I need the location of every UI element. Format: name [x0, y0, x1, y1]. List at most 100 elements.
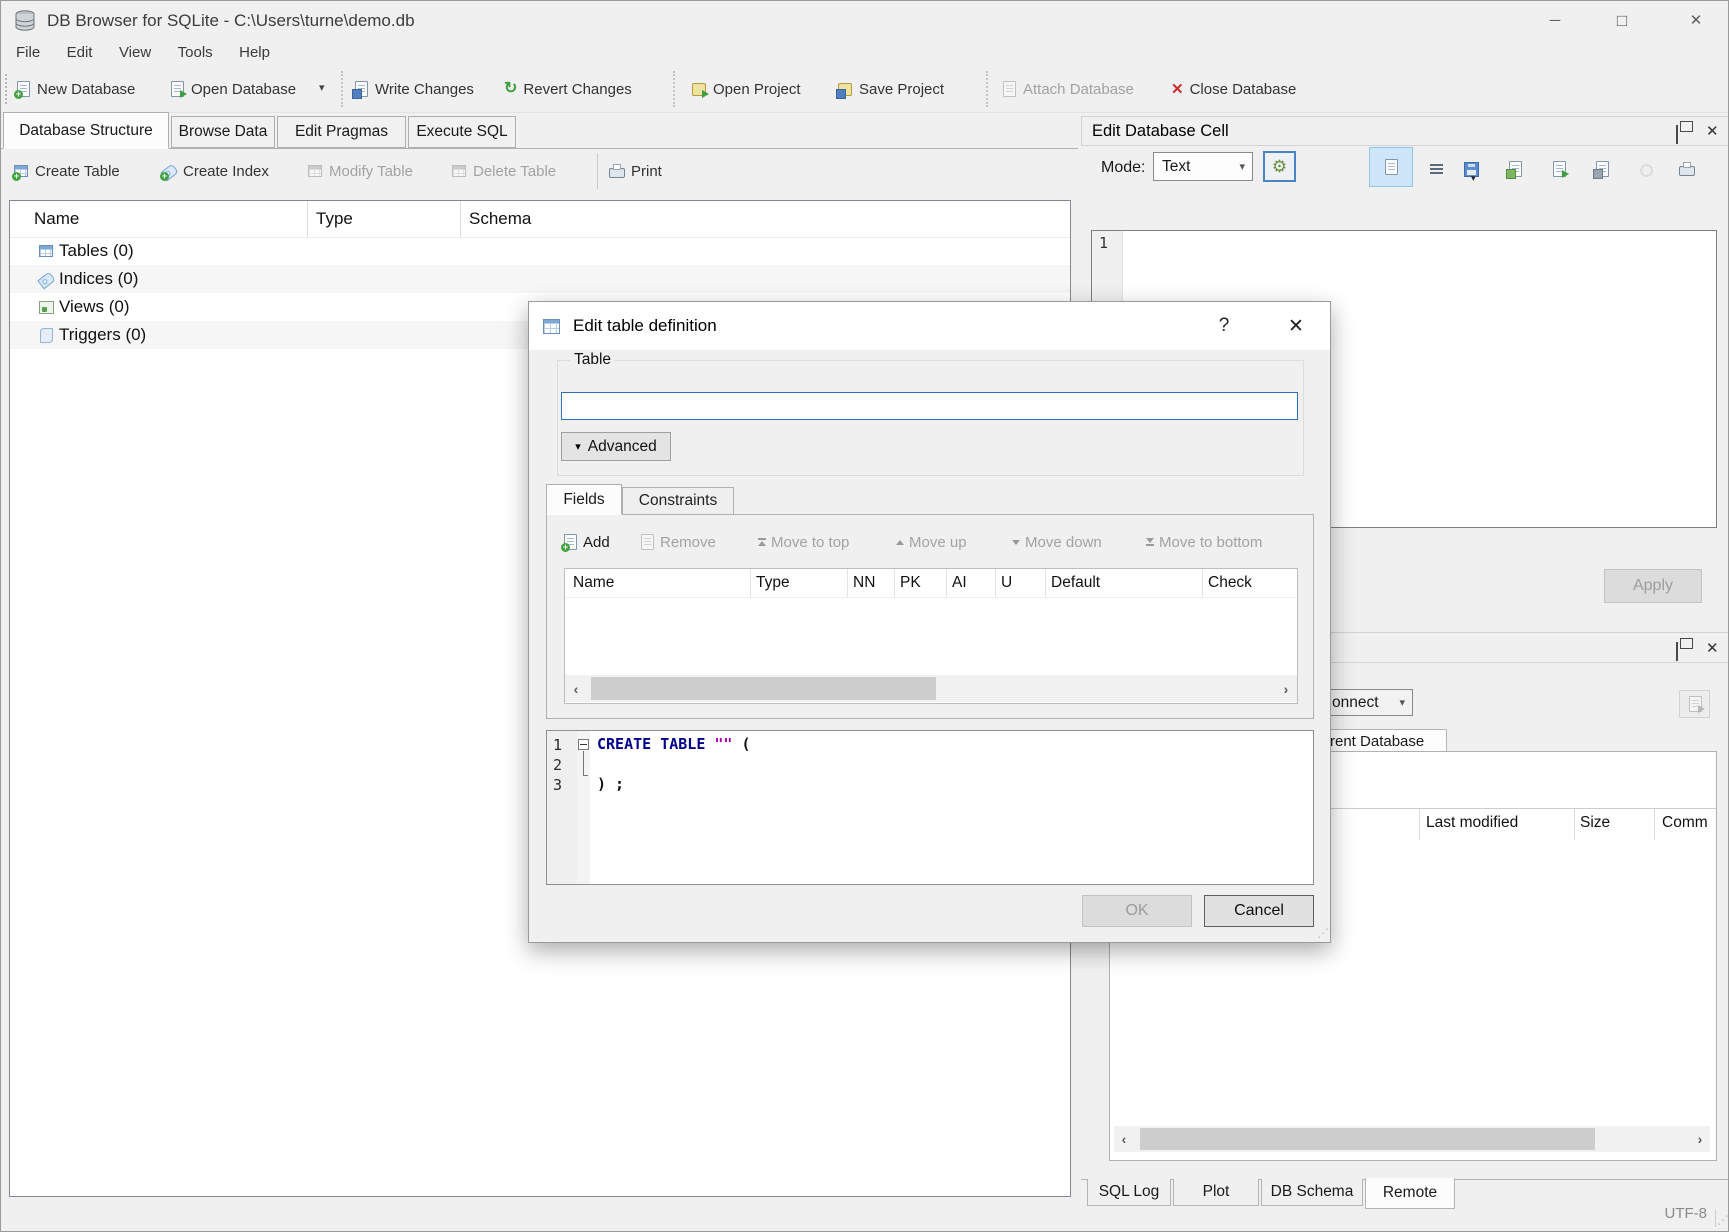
push-database-button[interactable]: [1679, 690, 1710, 718]
print-cell-button[interactable]: [1675, 157, 1699, 181]
delete-table-button[interactable]: Delete Table: [451, 156, 556, 186]
revert-changes-button[interactable]: ↻ Revert Changes: [504, 73, 632, 105]
ok-button[interactable]: OK: [1082, 895, 1192, 927]
field-column-check[interactable]: Check: [1208, 569, 1252, 597]
tab-plot[interactable]: Plot: [1173, 1179, 1259, 1206]
tag-icon: [38, 271, 54, 287]
tree-row-indices[interactable]: Indices (0): [10, 265, 1070, 293]
write-changes-button[interactable]: Write Changes: [353, 73, 474, 105]
menu-file[interactable]: File: [5, 41, 51, 64]
tab-execute-sql[interactable]: Execute SQL: [408, 116, 516, 148]
toolbar-drag-handle[interactable]: [5, 74, 7, 104]
tree-column-name[interactable]: Name: [34, 201, 79, 237]
edit-table-dialog: Edit table definition ? ✕ Table ▾ Advanc…: [528, 301, 1331, 943]
minimize-icon[interactable]: ─: [1531, 1, 1579, 41]
tab-edit-pragmas[interactable]: Edit Pragmas: [277, 116, 406, 148]
import-dropdown-icon[interactable]: ▾: [1471, 173, 1476, 184]
tab-sql-log[interactable]: SQL Log: [1087, 1179, 1171, 1206]
create-table-button[interactable]: Create Table: [13, 156, 120, 186]
create-index-button[interactable]: Create Index: [161, 156, 269, 186]
create-index-icon: [161, 163, 177, 179]
advanced-button[interactable]: ▾ Advanced: [561, 432, 671, 461]
menu-view[interactable]: View: [108, 41, 162, 64]
scrollbar-thumb[interactable]: [1140, 1128, 1595, 1150]
open-database-button[interactable]: Open Database: [169, 73, 296, 105]
attach-database-button[interactable]: Attach Database: [1001, 73, 1134, 105]
close-panel-icon[interactable]: ✕: [1706, 639, 1719, 657]
tab-remote[interactable]: Remote: [1365, 1178, 1455, 1209]
tab-database-structure[interactable]: Database Structure: [3, 112, 169, 149]
close-panel-icon[interactable]: ✕: [1706, 122, 1719, 140]
dialog-title-bar[interactable]: Edit table definition ? ✕: [529, 302, 1330, 350]
cancel-button[interactable]: Cancel: [1204, 895, 1314, 927]
resize-grip-icon[interactable]: ⋰: [1717, 1213, 1727, 1227]
sql-line-number: 2: [547, 756, 577, 774]
chevron-left-icon[interactable]: ‹: [1114, 1126, 1134, 1152]
close-icon[interactable]: ✕: [1271, 302, 1321, 350]
close-database-button[interactable]: ✕ Close Database: [1171, 73, 1296, 105]
tab-browse-data[interactable]: Browse Data: [171, 116, 275, 148]
close-icon[interactable]: ✕: [1672, 1, 1720, 41]
tree-column-schema[interactable]: Schema: [469, 201, 531, 237]
field-column-pk[interactable]: PK: [900, 569, 921, 597]
indent-button[interactable]: [1425, 157, 1449, 181]
move-to-bottom-button[interactable]: Move to bottom: [1145, 530, 1262, 554]
move-down-button[interactable]: Move down: [1011, 530, 1102, 554]
tab-constraints[interactable]: Constraints: [622, 487, 734, 515]
copy-link-button[interactable]: [1590, 157, 1614, 181]
field-column-name[interactable]: Name: [573, 569, 614, 597]
export-button[interactable]: [1503, 157, 1527, 181]
maximize-icon[interactable]: □: [1598, 1, 1646, 41]
move-down-icon: [1011, 540, 1020, 545]
document-icon: [1383, 159, 1399, 175]
open-database-dropdown-icon[interactable]: ▾: [319, 81, 325, 94]
word-wrap-button[interactable]: [1369, 147, 1413, 187]
menu-help[interactable]: Help: [228, 41, 281, 64]
open-project-button[interactable]: Open Project: [691, 73, 801, 105]
menu-edit[interactable]: Edit: [56, 41, 104, 64]
remote-column-last-modified[interactable]: Last modified: [1426, 814, 1518, 832]
new-database-button[interactable]: New Database: [15, 73, 135, 105]
apply-button[interactable]: Apply: [1604, 569, 1702, 603]
tree-column-type[interactable]: Type: [316, 201, 353, 237]
tab-fields[interactable]: Fields: [546, 484, 622, 515]
move-up-button[interactable]: Move up: [895, 530, 967, 554]
help-icon[interactable]: ?: [1202, 302, 1246, 350]
open-database-icon: [169, 81, 185, 97]
remote-column-size[interactable]: Size: [1580, 814, 1610, 832]
chevron-right-icon[interactable]: ›: [1275, 675, 1297, 702]
fold-collapse-icon[interactable]: [578, 739, 589, 750]
chevron-right-icon[interactable]: ›: [1690, 1126, 1710, 1152]
field-column-u[interactable]: U: [1001, 569, 1012, 597]
open-in-app-button[interactable]: [1547, 157, 1571, 181]
save-project-button[interactable]: Save Project: [837, 73, 944, 105]
fields-horizontal-scrollbar[interactable]: ‹ ›: [565, 675, 1297, 702]
remote-horizontal-scrollbar[interactable]: ‹ ›: [1114, 1126, 1710, 1152]
null-value-button[interactable]: [1634, 157, 1658, 181]
tree-row-tables[interactable]: Tables (0): [10, 237, 1070, 265]
field-column-default[interactable]: Default: [1051, 569, 1100, 597]
remote-column-commit[interactable]: Comm: [1662, 814, 1708, 832]
remote-connect-select[interactable]: onnect ▾: [1319, 689, 1413, 716]
float-panel-icon[interactable]: [1676, 643, 1678, 661]
open-external-icon: [1551, 161, 1567, 177]
table-name-input[interactable]: [561, 392, 1298, 420]
modify-table-button[interactable]: Modify Table: [307, 156, 413, 186]
print-button[interactable]: Print: [609, 156, 662, 186]
menu-tools[interactable]: Tools: [167, 41, 224, 64]
float-panel-icon[interactable]: [1676, 126, 1678, 144]
move-to-top-button[interactable]: Move to top: [757, 530, 849, 554]
mode-select[interactable]: Text ▾: [1153, 152, 1253, 181]
auto-switch-mode-button[interactable]: ⚙: [1263, 151, 1296, 182]
add-field-button[interactable]: Add: [562, 530, 610, 554]
scrollbar-thumb[interactable]: [591, 677, 936, 700]
sql-preview[interactable]: 1 2 3 CREATE TABLE "" ( ) ;: [546, 730, 1314, 885]
chevron-left-icon[interactable]: ‹: [565, 675, 587, 702]
dialog-resize-grip[interactable]: ⋰: [1317, 926, 1327, 940]
field-column-ai[interactable]: AI: [952, 569, 967, 597]
field-column-type[interactable]: Type: [756, 569, 790, 597]
tab-current-database[interactable]: rent Database: [1329, 729, 1447, 752]
field-column-nn[interactable]: NN: [853, 569, 875, 597]
remove-field-button[interactable]: Remove: [639, 530, 716, 554]
tab-db-schema[interactable]: DB Schema: [1261, 1179, 1363, 1206]
